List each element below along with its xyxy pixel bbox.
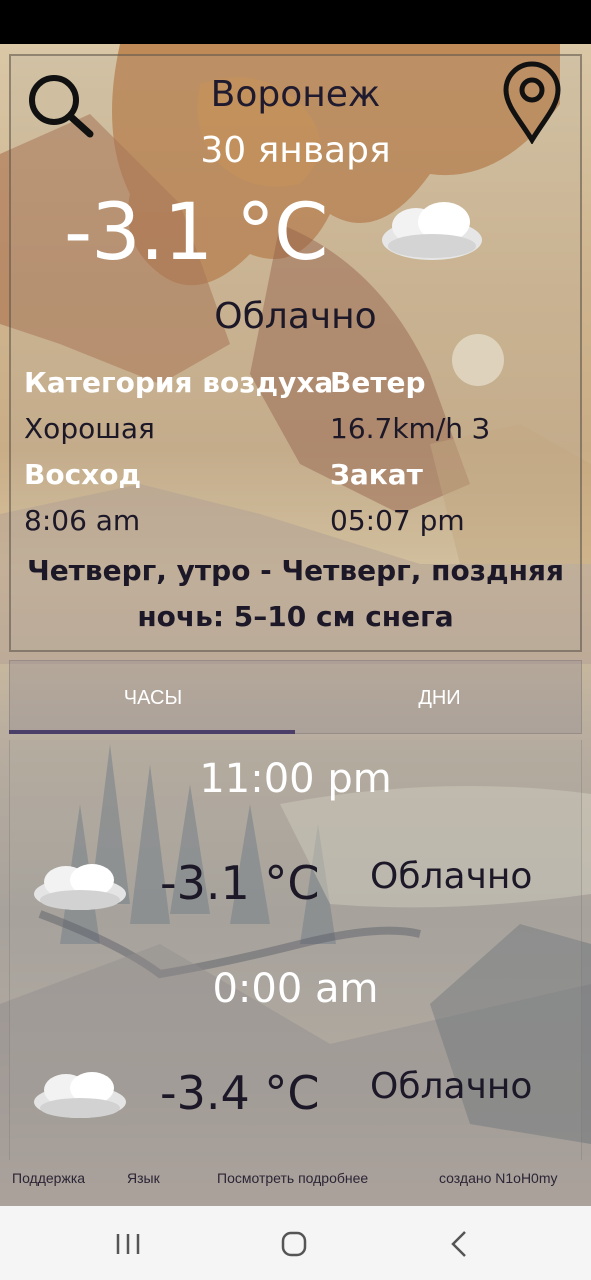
tab-days[interactable]: ДНИ <box>296 661 583 735</box>
home-icon[interactable] <box>274 1224 314 1264</box>
hour-temperature: -3.4 °C <box>160 1066 320 1120</box>
cloud-icon <box>30 858 130 918</box>
forecast-note-line1: Четверг, утро - Четверг, поздняя <box>27 554 564 587</box>
cloud-icon <box>376 196 488 268</box>
hour-temperature: -3.1 °C <box>160 856 320 910</box>
air-quality-value: Хорошая <box>24 412 155 445</box>
credit-text: создано N1oH0my <box>439 1170 558 1186</box>
tab-active-indicator <box>9 730 295 734</box>
sunrise-value: 8:06 am <box>24 504 141 537</box>
language-link[interactable]: Язык <box>127 1170 160 1186</box>
wind-value: 16.7km/h З <box>330 412 490 445</box>
wind-label: Ветер <box>330 366 426 399</box>
status-bar <box>0 0 591 44</box>
current-date: 30 января <box>200 130 391 171</box>
hour-condition: Облачно <box>370 856 533 897</box>
forecast-note: Четверг, утро - Четверг, поздняя ночь: 5… <box>14 548 577 640</box>
system-nav-bar <box>0 1206 591 1280</box>
hour-time: 11:00 pm <box>199 756 392 802</box>
air-quality-label: Категория воздуха <box>24 366 334 399</box>
back-icon[interactable] <box>440 1224 480 1264</box>
more-details-link[interactable]: Посмотреть подробнее <box>217 1170 368 1186</box>
sunrise-label: Восход <box>24 458 142 491</box>
hour-time: 0:00 am <box>212 966 379 1012</box>
support-link[interactable]: Поддержка <box>12 1170 85 1186</box>
current-condition: Облачно <box>214 296 377 337</box>
forecast-note-line2: ночь: 5–10 см снега <box>137 600 454 633</box>
tab-hours[interactable]: ЧАСЫ <box>10 661 296 735</box>
forecast-tabs: ЧАСЫ ДНИ <box>9 660 582 734</box>
recent-apps-icon[interactable] <box>108 1224 148 1264</box>
current-temperature: -3.1 °C <box>64 188 328 278</box>
sunset-label: Закат <box>330 458 423 491</box>
cloud-icon <box>30 1066 130 1126</box>
sunset-value: 05:07 pm <box>330 504 465 537</box>
hour-condition: Облачно <box>370 1066 533 1107</box>
